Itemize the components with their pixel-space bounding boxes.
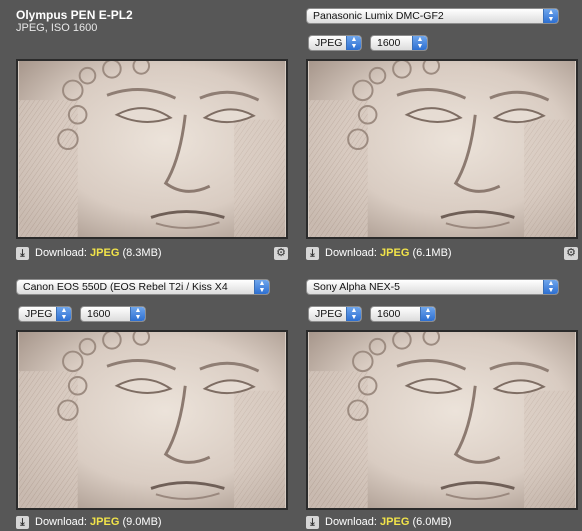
comparison-cell-panasonic: Panasonic Lumix DMC-GF2 ▲ ▼ JPEG ▲ ▼ 1600 … [306, 8, 582, 260]
download-label: Download: [325, 516, 377, 528]
iso-select-value: 1600 [377, 37, 401, 49]
sample-photo[interactable] [16, 330, 288, 510]
download-size: (9.0MB) [122, 516, 162, 528]
download-bar: ⤓ Download: JPEG (9.0MB) [16, 515, 288, 531]
download-format[interactable]: JPEG [380, 516, 409, 528]
download-link[interactable]: Download: JPEG (6.1MB) [325, 247, 452, 259]
camera-select-value: Sony Alpha NEX-5 [313, 281, 400, 293]
download-size: (6.1MB) [412, 247, 452, 259]
download-link[interactable]: Download: JPEG (6.0MB) [325, 516, 452, 528]
gear-icon[interactable]: ⚙ [274, 247, 288, 260]
download-format[interactable]: JPEG [380, 247, 409, 259]
sample-photo[interactable] [306, 330, 578, 510]
download-label: Download: [325, 247, 377, 259]
camera-settings-text: JPEG, ISO 1600 [16, 22, 98, 34]
camera-select[interactable]: Sony Alpha NEX-5 ▲ ▼ [306, 279, 559, 295]
camera-select[interactable]: Canon EOS 550D (EOS Rebel T2i / Kiss X4 … [16, 279, 270, 295]
sample-photo[interactable] [16, 59, 288, 239]
format-select-value: JPEG [25, 308, 53, 320]
iso-select[interactable]: 1600 ▲ ▼ [80, 306, 146, 322]
download-format[interactable]: JPEG [90, 247, 119, 259]
format-select-value: JPEG [315, 308, 343, 320]
download-bar: ⤓ Download: JPEG (8.3MB) ⚙ [16, 246, 288, 262]
chevron-updown-icon: ▲ ▼ [346, 307, 361, 321]
format-select[interactable]: JPEG ▲ ▼ [18, 306, 72, 322]
chevron-updown-icon: ▲ ▼ [56, 307, 71, 321]
comparison-cell-olympus: Olympus PEN E-PL2 JPEG, ISO 1600 ⤓ Downl… [16, 8, 292, 260]
comparison-cell-sony: Sony Alpha NEX-5 ▲ ▼ JPEG ▲ ▼ 1600 ▲ ▼ ⤓ Do… [306, 279, 582, 529]
download-link[interactable]: Download: JPEG (9.0MB) [35, 516, 162, 528]
download-format[interactable]: JPEG [90, 516, 119, 528]
format-select-value: JPEG [315, 37, 343, 49]
chevron-updown-icon: ▲ ▼ [543, 9, 558, 23]
camera-select-value: Panasonic Lumix DMC-GF2 [313, 10, 444, 22]
chevron-updown-icon: ▲ ▼ [412, 36, 427, 50]
chevron-updown-icon: ▲ ▼ [543, 280, 558, 294]
comparison-cell-canon: Canon EOS 550D (EOS Rebel T2i / Kiss X4 … [16, 279, 292, 529]
chevron-updown-icon: ▲ ▼ [420, 307, 435, 321]
gear-icon[interactable]: ⚙ [564, 247, 578, 260]
download-bar: ⤓ Download: JPEG (6.0MB) [306, 515, 578, 531]
iso-select-value: 1600 [87, 308, 111, 320]
download-bar: ⤓ Download: JPEG (6.1MB) ⚙ [306, 246, 578, 262]
camera-select[interactable]: Panasonic Lumix DMC-GF2 ▲ ▼ [306, 8, 559, 24]
download-size: (6.0MB) [412, 516, 452, 528]
format-select[interactable]: JPEG ▲ ▼ [308, 35, 362, 51]
download-label: Download: [35, 247, 87, 259]
format-select[interactable]: JPEG ▲ ▼ [308, 306, 362, 322]
iso-select-value: 1600 [377, 308, 401, 320]
download-icon[interactable]: ⤓ [16, 247, 29, 260]
chevron-updown-icon: ▲ ▼ [254, 280, 269, 294]
download-icon[interactable]: ⤓ [306, 247, 319, 260]
sample-photo[interactable] [306, 59, 578, 239]
chevron-updown-icon: ▲ ▼ [346, 36, 361, 50]
iso-select[interactable]: 1600 ▲ ▼ [370, 35, 428, 51]
download-size: (8.3MB) [122, 247, 162, 259]
chevron-updown-icon: ▲ ▼ [130, 307, 145, 321]
download-label: Download: [35, 516, 87, 528]
iso-select[interactable]: 1600 ▲ ▼ [370, 306, 436, 322]
camera-title: Olympus PEN E-PL2 [16, 8, 133, 22]
camera-select-value: Canon EOS 550D (EOS Rebel T2i / Kiss X4 [23, 281, 228, 293]
download-link[interactable]: Download: JPEG (8.3MB) [35, 247, 162, 259]
